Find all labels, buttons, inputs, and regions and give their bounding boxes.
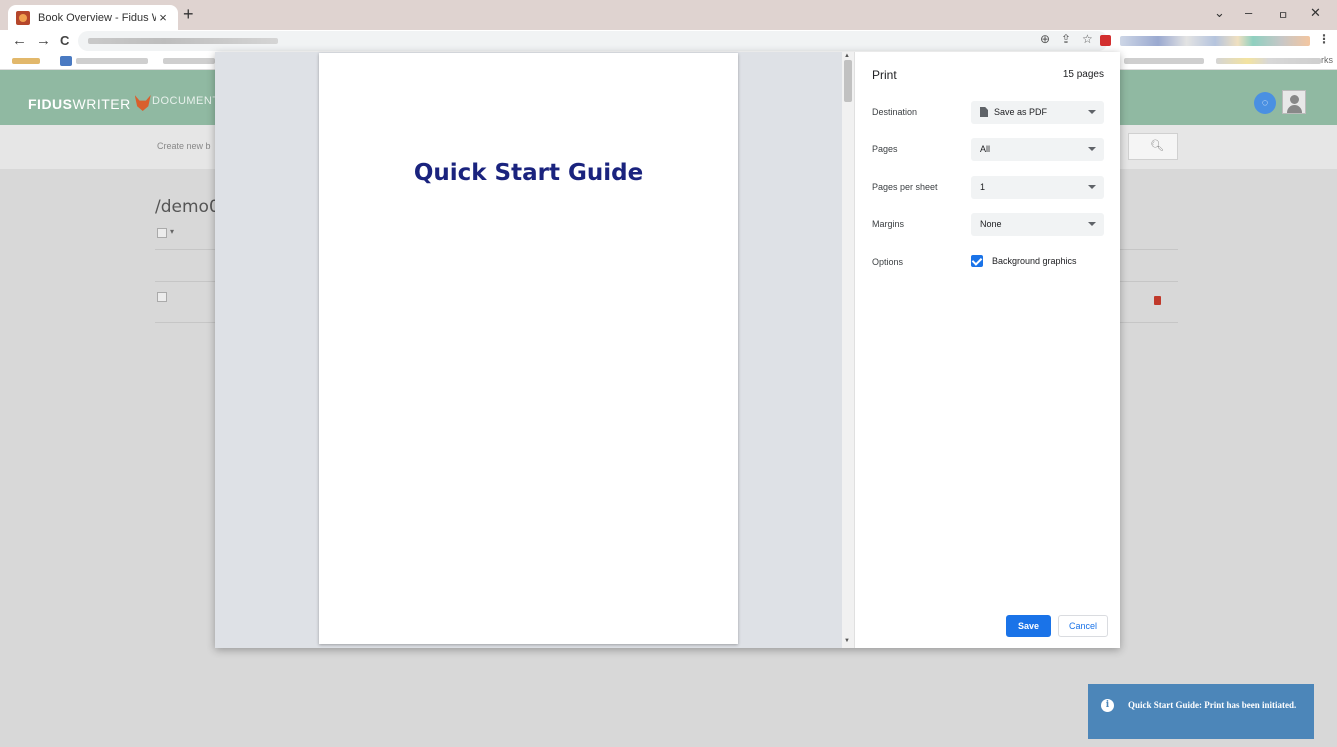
chevron-down-icon: [1088, 222, 1096, 226]
browser-menu-icon[interactable]: ⋮: [1318, 32, 1330, 46]
browser-toolbar: ← → C ⊕ ⇪ ☆ ⋮: [0, 30, 1337, 52]
pages-select[interactable]: All: [971, 138, 1104, 161]
bookmark-icon[interactable]: [60, 56, 72, 66]
logo-bold: FIDUS: [28, 96, 73, 112]
share-icon[interactable]: ⇪: [1061, 32, 1071, 46]
bookmark-item[interactable]: [163, 58, 215, 64]
fidus-logo[interactable]: FIDUSWRITER: [28, 95, 151, 112]
page-count: 15 pages: [1062, 69, 1104, 80]
bookmark-item[interactable]: [1124, 58, 1204, 64]
address-bar[interactable]: [78, 31, 1108, 51]
extensions-blurred: [1120, 36, 1310, 46]
folder-title: /demo0: [155, 197, 220, 217]
create-new-book-button[interactable]: Create new b: [157, 141, 211, 151]
scroll-up-icon[interactable]: ▲: [844, 53, 850, 59]
chevron-down-icon: [1088, 110, 1096, 114]
preview-scrollbar[interactable]: ▲ ▼: [842, 52, 854, 648]
pages-per-sheet-value: 1: [980, 182, 986, 192]
all-bookmarks-label[interactable]: rks: [1321, 55, 1333, 65]
destination-select[interactable]: Save as PDF: [971, 101, 1104, 124]
pages-per-sheet-label: Pages per sheet: [872, 182, 938, 192]
tab-strip: Book Overview - Fidus Writer × + ⌄ – ㅁ ✕: [0, 0, 1337, 30]
destination-value: Save as PDF: [994, 107, 1048, 117]
extension-icon[interactable]: [1100, 35, 1111, 46]
pages-label: Pages: [872, 144, 898, 154]
destination-label: Destination: [872, 107, 918, 117]
chat-icon[interactable]: ◌: [1254, 92, 1276, 114]
tab-search-chevron-icon[interactable]: ⌄: [1214, 5, 1225, 21]
pages-value: All: [980, 144, 991, 154]
apps-icon[interactable]: [12, 58, 40, 64]
info-icon: i: [1101, 699, 1114, 712]
minimize-button[interactable]: –: [1245, 5, 1252, 20]
new-tab-button[interactable]: +: [183, 4, 194, 25]
toast-message: Quick Start Guide: Print has been initia…: [1128, 700, 1297, 710]
options-label: Options: [872, 257, 904, 267]
background-graphics-checkbox[interactable]: [971, 255, 983, 267]
save-button[interactable]: Save: [1006, 615, 1051, 637]
logo-rest: WRITER: [72, 96, 131, 112]
preview-heading: Quick Start Guide: [413, 160, 644, 186]
print-dialog: Quick Start Guide ▲ ▼ Print 15 pages Des…: [215, 52, 1120, 648]
search-icon: 🔍︎: [1150, 140, 1164, 152]
notification-toast: i Quick Start Guide: Print has been init…: [1088, 684, 1314, 739]
close-window-button[interactable]: ✕: [1310, 5, 1321, 21]
tab-title: Book Overview - Fidus Writer: [38, 11, 156, 24]
background-graphics-label: Background graphics: [992, 256, 1077, 266]
fidus-favicon-icon: [16, 10, 30, 25]
fox-logo-icon: [134, 95, 151, 111]
cancel-button[interactable]: Cancel: [1058, 615, 1108, 637]
browser-tab[interactable]: Book Overview - Fidus Writer ×: [8, 5, 178, 30]
forward-button[interactable]: →: [36, 32, 51, 49]
select-dropdown-icon[interactable]: ▾: [170, 227, 174, 236]
reload-button[interactable]: C: [60, 33, 69, 48]
blurred-url: [88, 38, 278, 44]
margins-value: None: [980, 219, 1002, 229]
back-button[interactable]: ←: [12, 32, 27, 49]
user-avatar[interactable]: [1282, 90, 1306, 114]
bookmark-item[interactable]: [76, 58, 148, 64]
margins-select[interactable]: None: [971, 213, 1104, 236]
bookmark-item[interactable]: [1216, 58, 1321, 64]
nav-documents[interactable]: DOCUMENT: [152, 95, 220, 107]
row-checkbox[interactable]: [157, 292, 167, 302]
print-settings-panel: Print 15 pages Destination Save as PDF P…: [854, 52, 1120, 648]
install-icon[interactable]: ⊕: [1040, 32, 1050, 46]
pdf-file-icon: [980, 107, 988, 117]
preview-page: Quick Start Guide: [319, 53, 738, 644]
scroll-down-icon[interactable]: ▼: [844, 638, 850, 644]
restore-button[interactable]: ㅁ: [1278, 7, 1288, 23]
pages-per-sheet-select[interactable]: 1: [971, 176, 1104, 199]
search-input[interactable]: 🔍︎: [1128, 133, 1178, 160]
trash-icon[interactable]: [1154, 296, 1161, 305]
bookmark-star-icon[interactable]: ☆: [1082, 32, 1093, 46]
select-all-checkbox[interactable]: [157, 228, 167, 238]
print-preview-area: Quick Start Guide: [215, 52, 842, 648]
margins-label: Margins: [872, 219, 905, 229]
scroll-thumb[interactable]: [844, 60, 852, 102]
tab-close-icon[interactable]: ×: [156, 10, 170, 25]
chevron-down-icon: [1088, 147, 1096, 151]
chevron-down-icon: [1088, 185, 1096, 189]
print-title: Print: [872, 68, 897, 82]
